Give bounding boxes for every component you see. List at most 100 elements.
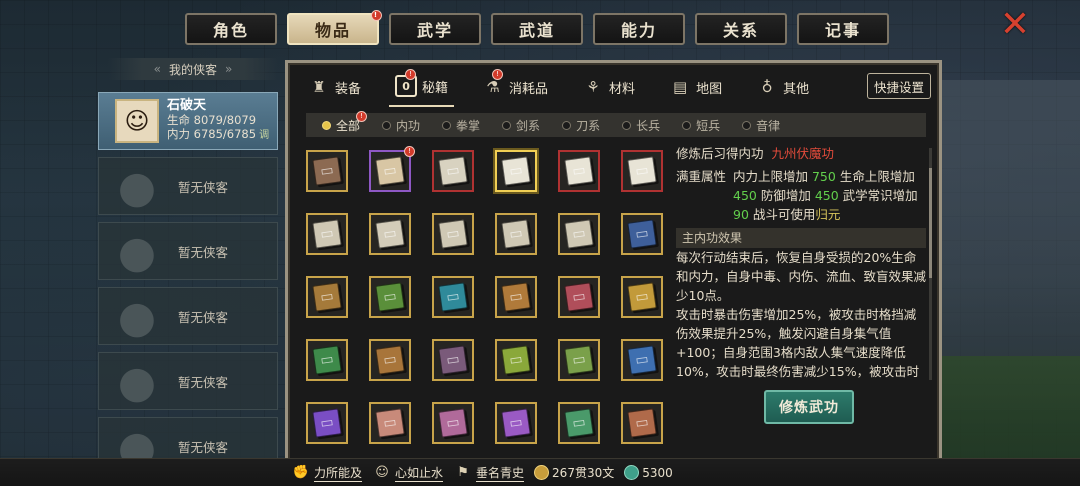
- companion-slot-empty[interactable]: ● 暂无侠客: [98, 157, 278, 215]
- top-tab-5[interactable]: 能力: [593, 13, 685, 45]
- lantern-icon: ♁: [761, 78, 773, 96]
- filter-option-3[interactable]: 拳掌: [442, 117, 480, 134]
- companion-card-hero[interactable]: ☺ 石破天 生命 8079/8079 内力 6785/6785 调: [98, 92, 278, 150]
- book-slot[interactable]: ▭: [369, 213, 411, 255]
- radio-icon: [682, 120, 692, 130]
- book-slot[interactable]: ▭: [495, 276, 537, 318]
- book-icon: ▭: [627, 156, 657, 186]
- book-slot[interactable]: ▭: [558, 402, 600, 444]
- companion-slot-empty[interactable]: ● 暂无侠客: [98, 287, 278, 345]
- book-slot[interactable]: ▭: [621, 213, 663, 255]
- sub-tab-3[interactable]: ⚗ 消耗品!: [476, 67, 554, 107]
- book-slot[interactable]: ▭: [495, 339, 537, 381]
- sub-tab-6[interactable]: ♁ 其他: [750, 67, 815, 107]
- filter-option-7[interactable]: 短兵: [682, 117, 720, 134]
- book-slot[interactable]: ▭: [432, 339, 474, 381]
- train-button[interactable]: 修炼武功: [764, 390, 854, 424]
- status-trait-label: 心如止水: [395, 465, 444, 482]
- book-slot[interactable]: ▭: [432, 150, 474, 192]
- section-title: 主内功效果: [676, 228, 926, 248]
- empty-slot-label: 暂无侠客: [177, 439, 228, 455]
- book-slot[interactable]: ▭: [306, 213, 348, 255]
- radio-icon: [622, 120, 632, 130]
- sub-tab-label: 秘籍: [422, 80, 449, 96]
- sub-tab-2[interactable]: 0 秘籍!: [389, 67, 455, 107]
- book-slot[interactable]: ▭: [621, 402, 663, 444]
- full-attr-key: 满重属性: [676, 169, 727, 184]
- book-icon: ▭: [564, 156, 594, 186]
- book-icon: ▭: [312, 282, 342, 312]
- silhouette-icon: ●: [117, 292, 157, 343]
- book-slot[interactable]: ▭: [558, 276, 600, 318]
- book-slot[interactable]: ▭: [306, 339, 348, 381]
- top-tab-1[interactable]: 角色: [185, 13, 277, 45]
- book-slot[interactable]: ▭: [621, 339, 663, 381]
- scrollbar-thumb[interactable]: [929, 168, 932, 278]
- attr-fragment: 90: [733, 207, 749, 222]
- filter-option-6[interactable]: 长兵: [622, 117, 660, 134]
- effect-text-1: 每次行动结束后，恢复自身受损的20%生命和内力，自身中毒、内伤、流血、致盲效果减…: [676, 250, 926, 303]
- book-slot[interactable]: ▭: [495, 213, 537, 255]
- book-icon: ▭: [312, 408, 342, 438]
- book-slot[interactable]: ▭: [558, 150, 600, 192]
- status-trait-3[interactable]: ⚑ 垂名青史: [453, 464, 525, 482]
- filter-option-5[interactable]: 刀系: [562, 117, 600, 134]
- top-tab-6[interactable]: 关系: [695, 13, 787, 45]
- chevron-right-icon[interactable]: »: [225, 62, 232, 76]
- radio-icon: [742, 120, 752, 130]
- book-slot[interactable]: ▭: [495, 402, 537, 444]
- filter-option-2[interactable]: 内功: [382, 117, 420, 134]
- book-slot[interactable]: ▭: [432, 276, 474, 318]
- sub-tab-bar: ♜ 装备 0 秘籍! ⚗ 消耗品! ⚘ 材料 ▤ 地图 ♁ 其他: [302, 67, 837, 107]
- attr-fragment: 750: [811, 169, 836, 184]
- top-tab-4[interactable]: 武道: [491, 13, 583, 45]
- book-slot[interactable]: ▭: [432, 402, 474, 444]
- book-icon: ▭: [375, 282, 405, 312]
- sub-tab-5[interactable]: ▤ 地图: [663, 67, 728, 107]
- companion-slot-empty[interactable]: ● 暂无侠客: [98, 222, 278, 280]
- notification-badge-icon: !: [356, 110, 367, 122]
- jade-icon: [624, 465, 640, 480]
- book-slot[interactable]: ▭: [621, 150, 663, 192]
- companion-slot-empty[interactable]: ● 暂无侠客: [98, 352, 278, 410]
- book-icon: ▭: [312, 219, 342, 249]
- book-slot[interactable]: ▭: [306, 276, 348, 318]
- silhouette-icon: ●: [117, 357, 157, 408]
- chevron-left-icon[interactable]: «: [154, 62, 161, 76]
- filter-option-4[interactable]: 剑系: [502, 117, 540, 134]
- effect-text-2: 攻击时暴击伤害增加25%，被攻击时格挡减伤效果提升25%，触发闪避自身集气值+1…: [676, 307, 920, 379]
- close-icon[interactable]: ✕: [998, 7, 1032, 43]
- top-tab-2[interactable]: 物品!: [287, 10, 382, 45]
- top-tab-3[interactable]: 武学: [389, 13, 481, 45]
- sub-tab-label: 其他: [783, 81, 810, 97]
- hero-tag[interactable]: 调: [259, 130, 269, 141]
- status-trait-1[interactable]: ✊ 力所能及: [291, 464, 363, 482]
- companion-list-header[interactable]: « 我的侠客 »: [108, 58, 278, 80]
- book-slot[interactable]: ▭: [369, 276, 411, 318]
- filter-option-1[interactable]: 全部!: [322, 110, 367, 134]
- status-trait-2[interactable]: ☺ 心如止水: [372, 464, 444, 482]
- top-tab-7[interactable]: 记事: [797, 13, 889, 45]
- book-slot[interactable]: ▭: [306, 402, 348, 444]
- book-slot[interactable]: ▭: [432, 213, 474, 255]
- sub-tab-4[interactable]: ⚘ 材料: [576, 67, 641, 107]
- book-slot[interactable]: ▭: [495, 150, 537, 192]
- book-slot[interactable]: ▭: [306, 150, 348, 192]
- book-slot[interactable]: ▭: [369, 339, 411, 381]
- book-slot[interactable]: ▭: [558, 339, 600, 381]
- filter-option-8[interactable]: 音律: [742, 117, 780, 134]
- book-slot[interactable]: ▭: [621, 276, 663, 318]
- sub-tab-label: 消耗品: [509, 81, 549, 97]
- book-slot[interactable]: ▭: [558, 213, 600, 255]
- book-icon: ▭: [501, 345, 531, 375]
- armor-icon: ♜: [312, 78, 326, 96]
- quick-settings-button[interactable]: 快捷设置: [867, 73, 931, 99]
- book-icon: ▭: [501, 219, 531, 249]
- attr-fragment: 内力上限增加: [733, 169, 812, 184]
- sub-tab-1[interactable]: ♜ 装备: [302, 67, 367, 107]
- book-grid: ▭ ▭! ▭ ▭ ▭ ▭ ▭ ▭ ▭ ▭ ▭ ▭ ▭ ▭ ▭ ▭ ▭ ▭ ▭ ▭ ▭ ▭ ▭ ▭ ▭ ▭ ▭ ▭ ▭ ▭: [306, 146, 686, 444]
- book-slot[interactable]: ▭!: [369, 146, 415, 192]
- jade-value: 5300: [642, 465, 673, 480]
- book-slot[interactable]: ▭: [369, 402, 411, 444]
- detail-scrollbar[interactable]: [929, 148, 932, 380]
